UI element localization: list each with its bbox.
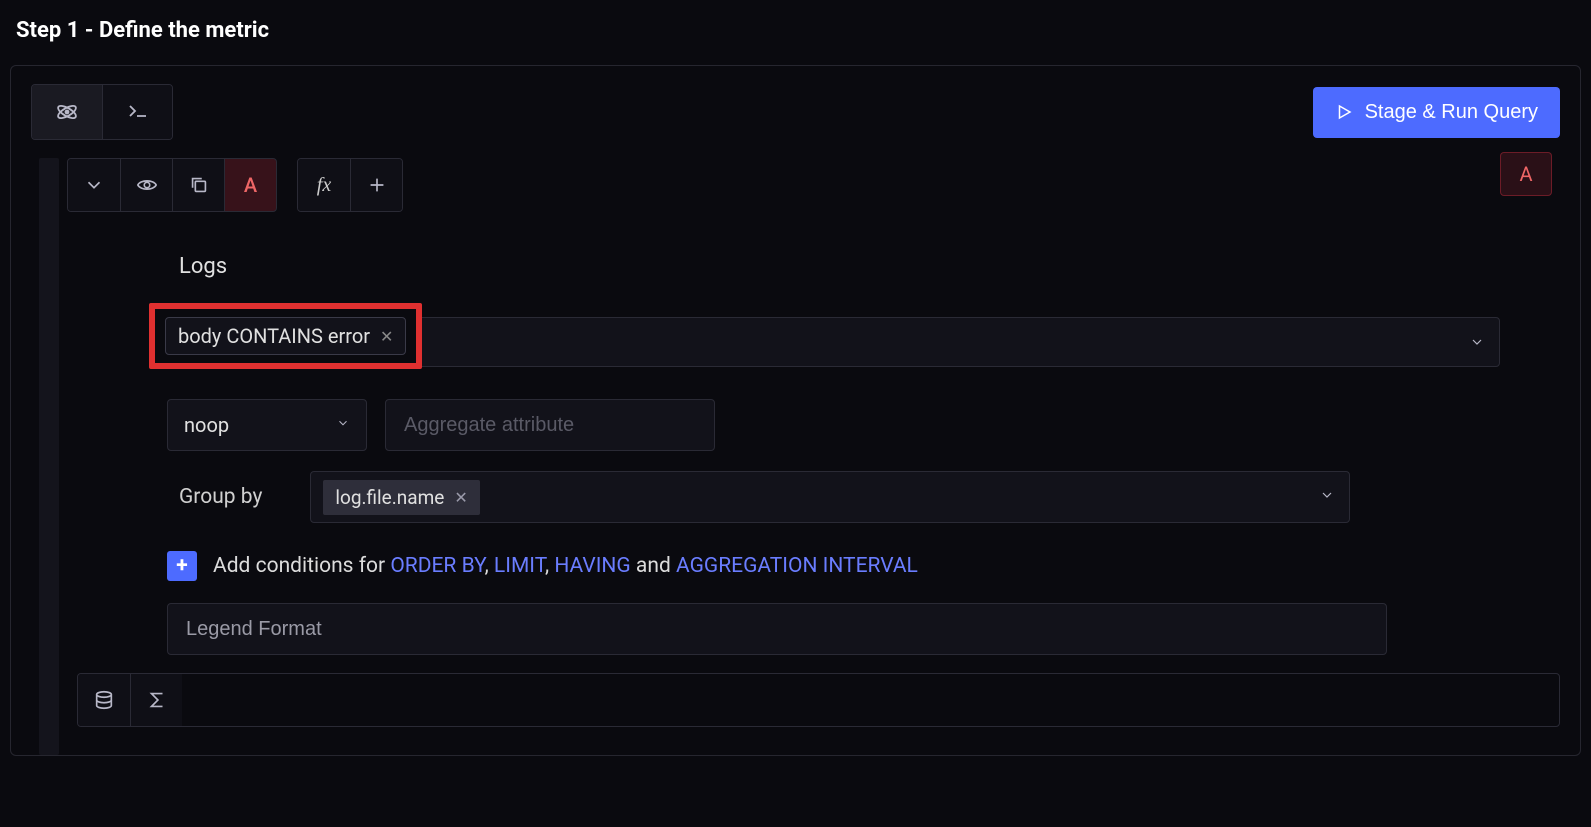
legend-format-field[interactable]: [167, 603, 1387, 655]
database-icon: [93, 689, 115, 711]
panel-body: A fx A Logs: [11, 158, 1580, 755]
aggregate-attribute-input[interactable]: [385, 399, 715, 451]
groupby-chip[interactable]: log.file.name ✕: [323, 480, 479, 515]
aggregate-function-select[interactable]: noop: [167, 399, 367, 451]
panel-top-bar: Stage & Run Query: [11, 66, 1580, 158]
code-mode-button[interactable]: [102, 85, 172, 139]
filter-chip[interactable]: body CONTAINS error ✕: [165, 317, 406, 355]
atom-icon: [55, 100, 79, 124]
groupby-chip-text: log.file.name: [335, 486, 444, 509]
groupby-row: Group by log.file.name ✕: [179, 471, 1560, 523]
play-icon: [1335, 103, 1353, 121]
filter-chip-text: body CONTAINS error: [178, 324, 370, 348]
filter-row-wrap: body CONTAINS error ✕: [59, 303, 1560, 381]
aggregate-row: noop: [167, 399, 1560, 451]
add-conditions-button[interactable]: +: [167, 551, 197, 581]
collapse-button[interactable]: [68, 159, 120, 211]
visibility-button[interactable]: [120, 159, 172, 211]
eye-icon: [136, 174, 158, 196]
chevron-down-icon: [336, 416, 350, 434]
close-icon[interactable]: ✕: [454, 488, 467, 507]
groupby-label: Group by: [179, 485, 262, 509]
highlighted-filter: body CONTAINS error ✕: [149, 303, 422, 369]
stage-run-button[interactable]: Stage & Run Query: [1313, 87, 1560, 138]
series-a-button[interactable]: A: [224, 159, 276, 211]
aggregate-function-value: noop: [184, 413, 229, 437]
conditions-text: Add conditions for ORDER BY, LIMIT, HAVI…: [213, 554, 918, 578]
terminal-icon: [126, 100, 150, 124]
chevron-down-icon: [83, 174, 105, 196]
and-text: and: [636, 554, 671, 578]
add-series-button[interactable]: [350, 159, 402, 211]
groupby-field[interactable]: log.file.name ✕: [310, 471, 1350, 523]
conditions-prefix: Add conditions for: [213, 554, 385, 578]
chevron-down-icon: [1469, 334, 1485, 354]
fx-icon: fx: [317, 174, 331, 197]
aggregation-interval-link[interactable]: AGGREGATION INTERVAL: [676, 554, 918, 578]
legend-format-input[interactable]: [168, 618, 1386, 641]
having-link[interactable]: HAVING: [554, 554, 630, 578]
limit-link[interactable]: LIMIT: [494, 554, 545, 578]
plus-icon: [366, 174, 388, 196]
orderby-link[interactable]: ORDER BY: [390, 554, 484, 578]
page-title: Step 1 - Define the metric: [0, 0, 1591, 65]
source-label: Logs: [59, 230, 1560, 297]
database-button[interactable]: [78, 674, 130, 726]
copy-icon: [188, 174, 210, 196]
builder-mode-button[interactable]: [32, 85, 102, 139]
duplicate-button[interactable]: [172, 159, 224, 211]
close-icon[interactable]: ✕: [380, 327, 393, 346]
bottom-tools: [77, 673, 1560, 727]
mode-toggle-group: [31, 84, 173, 140]
chevron-down-icon: [1319, 487, 1335, 507]
sigma-button[interactable]: [130, 674, 182, 726]
series-toolbar: A fx A: [59, 158, 1560, 230]
series-indicator-badge[interactable]: A: [1500, 152, 1552, 196]
sigma-icon: [146, 689, 168, 711]
conditions-row: + Add conditions for ORDER BY, LIMIT, HA…: [167, 551, 1560, 581]
content-area: A fx A Logs: [59, 158, 1560, 755]
formula-button[interactable]: fx: [298, 159, 350, 211]
stage-run-label: Stage & Run Query: [1365, 101, 1538, 124]
left-rail: [39, 158, 59, 755]
metric-panel: Stage & Run Query A: [10, 65, 1581, 756]
